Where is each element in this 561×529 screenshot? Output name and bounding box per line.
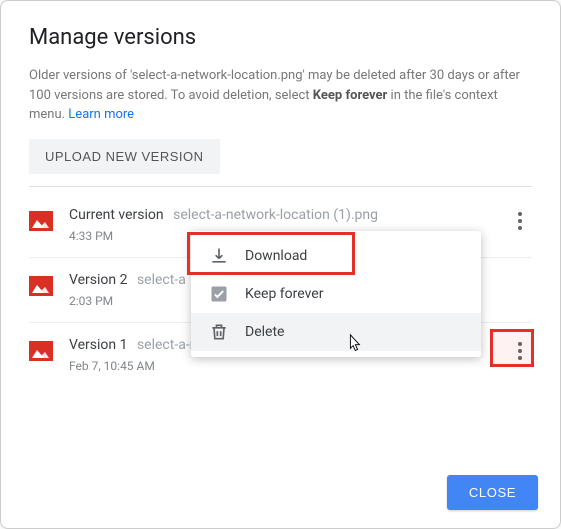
version-filename: select-a bbox=[137, 272, 186, 288]
image-file-icon bbox=[29, 341, 53, 361]
menu-item-label: Keep forever bbox=[245, 286, 323, 302]
desc-bold: Keep forever bbox=[313, 88, 388, 103]
menu-item-delete[interactable]: Delete bbox=[191, 313, 481, 351]
learn-more-link[interactable]: Learn more bbox=[68, 107, 134, 122]
divider bbox=[29, 186, 532, 187]
version-label: Version 1 bbox=[69, 337, 127, 353]
image-file-icon bbox=[29, 211, 53, 231]
version-label: Current version bbox=[69, 207, 164, 223]
menu-item-label: Download bbox=[245, 248, 307, 264]
dialog-title: Manage versions bbox=[29, 25, 532, 50]
checkbox-checked-icon bbox=[209, 284, 229, 304]
manage-versions-dialog: Manage versions Older versions of 'selec… bbox=[0, 0, 561, 529]
menu-item-keep-forever[interactable]: Keep forever bbox=[191, 275, 481, 313]
version-label: Version 2 bbox=[69, 272, 127, 288]
more-actions-button[interactable] bbox=[508, 209, 532, 233]
context-menu: Download Keep forever Delete bbox=[191, 231, 481, 357]
trash-icon bbox=[209, 322, 229, 342]
dialog-description: Older versions of 'select-a-network-loca… bbox=[29, 66, 532, 125]
dialog-footer: CLOSE bbox=[447, 475, 538, 510]
menu-item-label: Delete bbox=[245, 324, 284, 340]
version-title: Current version select-a-network-locatio… bbox=[69, 207, 508, 223]
menu-item-download[interactable]: Download bbox=[191, 237, 481, 275]
image-file-icon bbox=[29, 276, 53, 296]
more-actions-button[interactable] bbox=[508, 339, 532, 363]
close-button[interactable]: CLOSE bbox=[447, 475, 538, 510]
version-filename: select-a-network-location (1).png bbox=[173, 207, 378, 223]
upload-new-version-button[interactable]: UPLOAD NEW VERSION bbox=[29, 139, 220, 174]
version-time: Feb 7, 10:45 AM bbox=[69, 359, 508, 373]
download-icon bbox=[209, 246, 229, 266]
